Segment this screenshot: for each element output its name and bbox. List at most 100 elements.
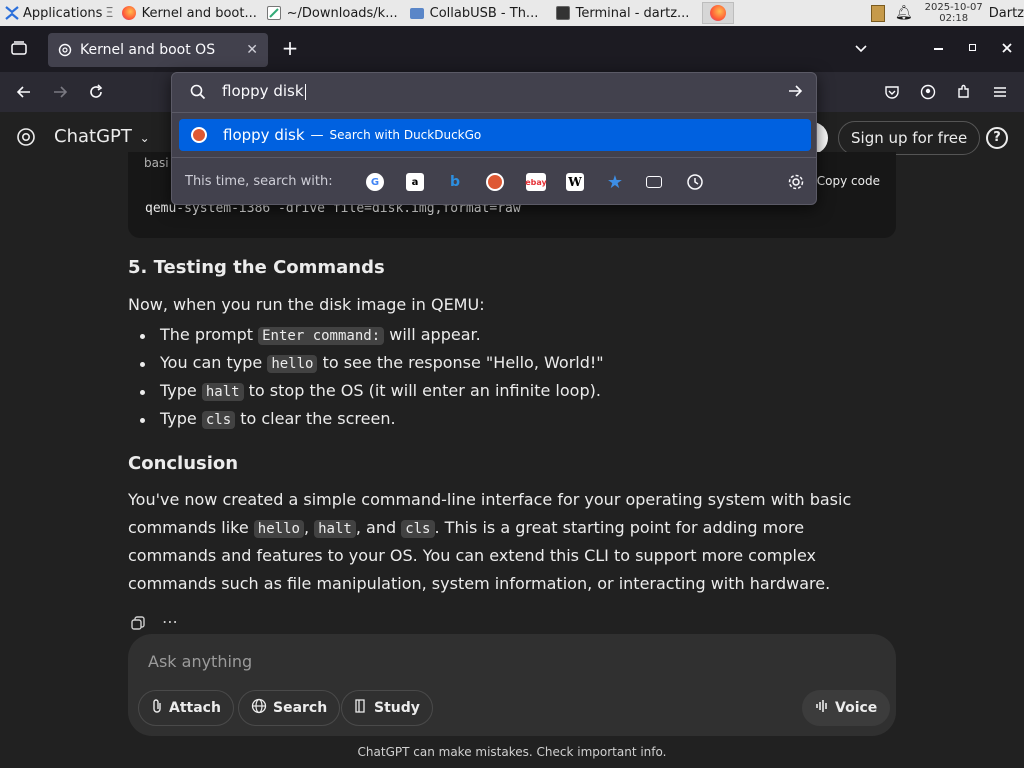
applications-icon: [4, 5, 20, 21]
book-icon: [354, 698, 368, 718]
pocket-icon[interactable]: [878, 78, 906, 106]
bullet-marker: [140, 418, 145, 423]
clock-time: 02:18: [939, 13, 969, 24]
list-item: Type cls to clear the screen.: [160, 409, 396, 429]
list-item: The prompt Enter command: will appear.: [160, 325, 481, 345]
terminal-icon: [555, 6, 570, 20]
text-caret: [304, 83, 306, 100]
account-icon[interactable]: [914, 78, 942, 106]
study-button[interactable]: Study: [341, 690, 433, 726]
minimize-button[interactable]: [934, 48, 943, 50]
system-tray: 🔔︎ 2025-10-07 02:18 Dartz: [870, 0, 1024, 26]
tabs-icon[interactable]: [646, 176, 662, 188]
list-item: You can type hello to see the response "…: [160, 353, 604, 373]
prompt-input[interactable]: Ask anything: [148, 652, 252, 671]
list-item: Type halt to stop the OS (it will enter …: [160, 381, 601, 401]
close-window-button[interactable]: [1000, 40, 1014, 54]
signup-button[interactable]: Sign up for free: [838, 121, 981, 155]
search-label: Search: [273, 700, 328, 716]
suggestion-action: Search with DuckDuckGo: [329, 128, 482, 142]
chevron-down-icon: ⌄: [139, 131, 150, 145]
inline-code: halt: [201, 383, 244, 401]
voice-button[interactable]: Voice: [802, 690, 891, 726]
help-button[interactable]: ?: [986, 127, 1008, 149]
copy-icon[interactable]: [130, 615, 146, 631]
search-with-label: This time, search with:: [185, 174, 333, 189]
text-editor-icon: [266, 6, 281, 20]
tab-active[interactable]: Kernel and boot OS ✕: [48, 33, 268, 67]
code-lang-label: basi: [144, 156, 169, 170]
search-icon: [190, 84, 206, 100]
taskbar: Applications Ξ Kernel and boot... ~/Down…: [0, 0, 1024, 26]
task-label: ~/Downloads/k...: [286, 5, 398, 21]
inline-code: hello: [267, 355, 318, 373]
settings-gear-icon[interactable]: [787, 173, 805, 191]
task-editor[interactable]: ~/Downloads/k...: [263, 0, 406, 26]
google-icon[interactable]: G: [366, 173, 384, 191]
ebay-icon[interactable]: ebay: [525, 173, 547, 191]
site-name: ChatGPT: [54, 126, 132, 147]
task-label: Terminal - dartz...: [575, 5, 690, 21]
more-options-icon[interactable]: ⋯: [162, 612, 178, 631]
search-button[interactable]: Search: [238, 690, 341, 726]
applications-label: Applications: [23, 5, 103, 21]
bookmarks-icon[interactable]: ★: [606, 172, 624, 193]
bullet-marker: [140, 390, 145, 395]
duckduckgo-icon[interactable]: [486, 173, 504, 191]
inline-code: Enter command:: [258, 327, 385, 345]
bullet-marker: [140, 334, 145, 339]
urlbar-dropdown: floppy disk floppy disk — Search with Du…: [171, 72, 817, 205]
inline-code: hello: [253, 520, 304, 538]
tab-list-icon[interactable]: [10, 40, 28, 56]
voice-label: Voice: [835, 700, 878, 716]
composer: Ask anything Attach Search Study Voice: [128, 634, 896, 736]
intro-text: Now, when you run the disk image in QEMU…: [128, 295, 485, 314]
notification-bell-icon[interactable]: 🔔︎: [895, 5, 913, 21]
maximize-button[interactable]: [969, 44, 976, 51]
firefox-icon: [709, 5, 726, 21]
task-terminal[interactable]: Terminal - dartz...: [552, 0, 702, 26]
suggestion-query: floppy disk: [223, 126, 305, 144]
new-tab-button[interactable]: +: [280, 38, 300, 58]
close-tab-icon[interactable]: ✕: [246, 42, 258, 58]
conclusion-line: commands like hello, halt, and cls. This…: [128, 518, 805, 538]
firefox-icon: [121, 6, 136, 20]
amazon-icon[interactable]: a: [406, 173, 424, 191]
openai-logo-icon: [16, 127, 36, 147]
reload-button[interactable]: [82, 78, 110, 106]
divider: [172, 157, 816, 158]
history-icon[interactable]: [686, 173, 704, 191]
bing-icon[interactable]: b: [446, 173, 464, 191]
globe-icon: [251, 698, 267, 718]
conclusion-line: You've now created a simple command-line…: [128, 490, 852, 509]
applications-menu[interactable]: Applications Ξ: [0, 0, 118, 26]
extensions-icon[interactable]: [950, 78, 978, 106]
divider: [172, 112, 816, 113]
search-suggestion[interactable]: floppy disk — Search with DuckDuckGo: [179, 119, 811, 151]
task-firefox[interactable]: Kernel and boot...: [118, 0, 263, 26]
user-name[interactable]: Dartz: [989, 6, 1024, 21]
conclusion-heading: Conclusion: [128, 453, 239, 474]
inline-code: cls: [401, 520, 435, 538]
copy-code-button[interactable]: Copy code: [817, 174, 880, 188]
clipboard-icon[interactable]: [870, 4, 885, 22]
study-label: Study: [374, 700, 420, 716]
duckduckgo-icon: [191, 127, 207, 143]
folder-icon: [409, 7, 424, 19]
task-label: CollabUSB - Th...: [429, 5, 539, 21]
clock[interactable]: 2025-10-07 02:18: [925, 2, 983, 24]
attach-button[interactable]: Attach: [138, 690, 234, 726]
menu-icon[interactable]: [986, 78, 1014, 106]
task-files[interactable]: CollabUSB - Th...: [406, 0, 552, 26]
inline-code: cls: [201, 411, 236, 429]
task-firefox-active[interactable]: [701, 2, 734, 24]
url-input[interactable]: floppy disk: [222, 82, 306, 100]
back-button[interactable]: [10, 78, 38, 106]
forward-button[interactable]: [46, 78, 74, 106]
model-selector[interactable]: ChatGPT ⌄: [54, 126, 150, 147]
wikipedia-icon[interactable]: W: [566, 173, 584, 191]
section-heading: 5. Testing the Commands: [128, 257, 385, 278]
chevron-down-icon[interactable]: [853, 40, 869, 56]
go-arrow-icon[interactable]: [787, 83, 803, 99]
bullet-marker: [140, 362, 145, 367]
